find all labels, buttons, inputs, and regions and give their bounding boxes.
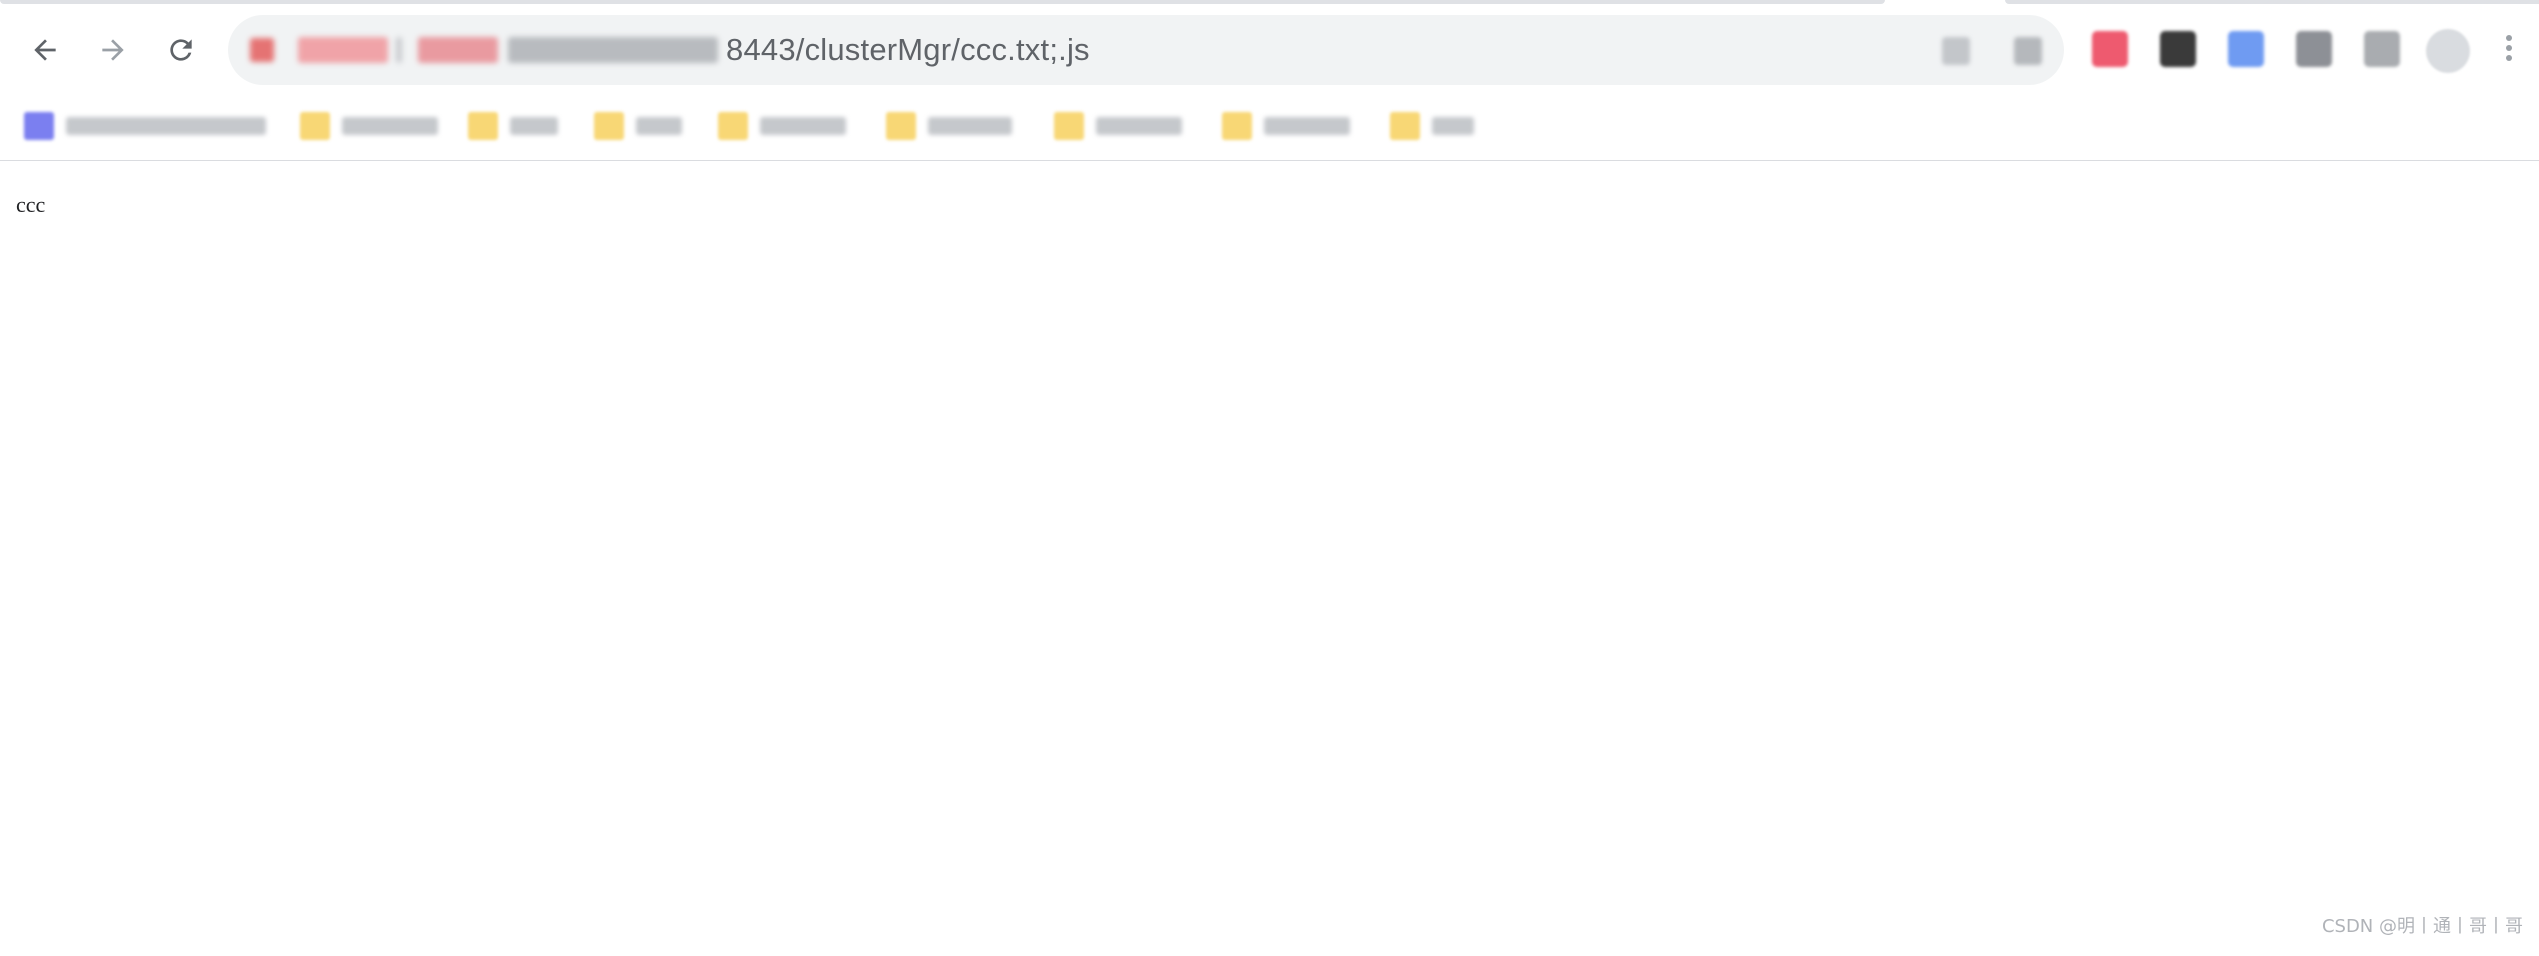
extension-icon[interactable] [2364,31,2400,67]
folder-icon [1054,112,1084,140]
bookmark-label [928,117,1012,135]
browser-toolbar: 8443/clusterMgr/ccc.txt;.js [0,5,2539,91]
address-bar[interactable]: 8443/clusterMgr/ccc.txt;.js [228,15,2064,85]
forward-button[interactable] [90,27,136,73]
profile-avatar[interactable] [2426,29,2470,73]
extension-icon[interactable] [2160,31,2196,67]
folder-icon [1390,112,1420,140]
browser-menu-icon[interactable] [2504,31,2514,67]
bookmark-label [760,117,846,135]
bookmark-label [636,117,682,135]
back-button[interactable] [22,27,68,73]
site-info-icon[interactable] [250,38,274,62]
bookmark-label [510,117,558,135]
omnibox-action-icon[interactable] [1942,37,1970,65]
redacted-url-part [396,37,402,63]
bookmark-item[interactable] [24,108,266,144]
extension-icon[interactable] [2092,31,2128,67]
bookmarks-bar [0,94,2539,160]
bookmark-label [1432,117,1474,135]
bookmark-label [66,117,266,135]
bookmark-folder[interactable] [594,108,682,144]
bookmark-folder[interactable] [1222,108,1350,144]
reload-button[interactable] [158,27,204,73]
bookmark-label [1096,117,1182,135]
url-text: 8443/clusterMgr/ccc.txt;.js [726,32,1090,67]
folder-icon [594,112,624,140]
folder-icon [718,112,748,140]
reload-icon [170,39,192,61]
bookmark-label [342,117,438,135]
page-body-text: ccc [16,192,46,217]
omnibox-action-icon[interactable] [2014,37,2042,65]
bookmark-folder[interactable] [1054,108,1182,144]
arrow-right-icon [102,39,124,61]
tab-strip-right [2005,0,2539,4]
folder-icon [886,112,916,140]
bookmark-folder[interactable] [1390,108,1474,144]
bookmark-folder[interactable] [300,108,438,144]
tab-strip-left [0,0,1885,4]
bookmark-label [1264,117,1350,135]
redacted-url-part [418,37,498,63]
bookmark-folder[interactable] [468,108,558,144]
redacted-url-part [298,37,388,63]
extension-icon[interactable] [2296,31,2332,67]
toolbar-divider [0,160,2539,161]
app-icon [24,112,54,140]
folder-icon [1222,112,1252,140]
bookmark-folder[interactable] [718,108,846,144]
folder-icon [300,112,330,140]
folder-icon [468,112,498,140]
bookmark-folder[interactable] [886,108,1012,144]
redacted-url-part [508,37,718,63]
watermark: CSDN @明丨通丨哥丨哥 [2321,916,2523,937]
extension-icon[interactable] [2228,31,2264,67]
arrow-left-icon [34,39,56,61]
